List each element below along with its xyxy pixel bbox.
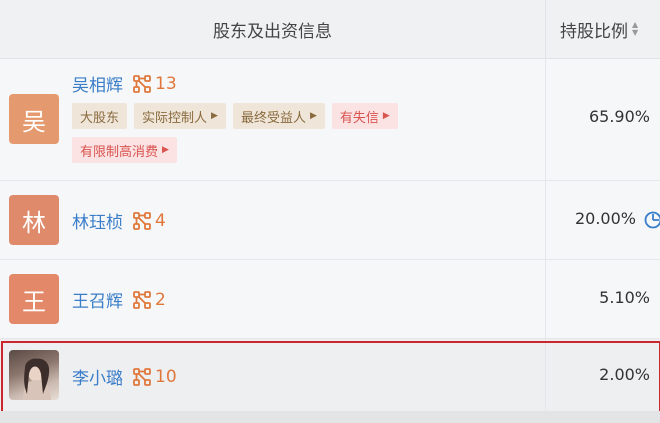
avatar-char: 吴: [22, 107, 46, 136]
table-footer: [0, 411, 660, 423]
table-header: 股东及出资信息 持股比例 ▲ ▼: [0, 0, 660, 59]
avatar-char: 王: [22, 287, 46, 316]
shareholder-name-line: 吴相辉 13: [72, 71, 177, 97]
shareholder-name-line: 林珏桢 4: [72, 208, 166, 234]
caret-right-icon: ▶: [309, 111, 317, 121]
table-row: 吴 吴相辉 13 大股东 实际控制人 ▶ 最终受益人 ▶ 有失信 ▶ 有限制高消费 ▶ …: [0, 59, 660, 181]
column-divider: [545, 260, 546, 338]
ratio-column-header[interactable]: 持股比例 ▲ ▼: [560, 0, 638, 58]
tag-list: 大股东 实际控制人 ▶ 最终受益人 ▶ 有失信 ▶ 有限制高消费 ▶: [72, 103, 452, 163]
avatar: 王: [9, 274, 59, 324]
shareholder-name-link[interactable]: 吴相辉: [72, 71, 123, 96]
shareholder-name-link[interactable]: 王召辉: [72, 287, 123, 312]
caret-right-icon: ▶: [382, 111, 390, 121]
shareholder-name-link[interactable]: 林珏桢: [72, 208, 123, 233]
shareholding-ratio: 20.00%: [574, 209, 636, 228]
caret-right-icon: ▶: [162, 145, 169, 155]
tag-consumption-restricted[interactable]: 有限制高消费 ▶: [72, 137, 177, 163]
related-count[interactable]: 2: [155, 290, 166, 310]
network-icon[interactable]: [133, 211, 151, 230]
network-icon[interactable]: [133, 74, 151, 93]
shareholding-ratio: 2.00%: [599, 365, 650, 384]
table-row: 李小璐 10 2.00%: [0, 339, 660, 412]
shareholding-ratio: 65.90%: [588, 107, 650, 126]
column-divider: [545, 181, 546, 259]
table-row: 王 王召辉 2 5.10%: [0, 260, 660, 339]
table-row: 林 林珏桢 4 20.00%: [0, 181, 660, 260]
column-divider: [545, 339, 546, 411]
shareholder-column-header: 股东及出资信息: [213, 21, 332, 42]
tag-ultimate-beneficiary[interactable]: 最终受益人 ▶: [232, 103, 325, 129]
pie-chart-icon[interactable]: [644, 211, 660, 229]
shareholder-name-line: 李小璐 10: [72, 364, 177, 390]
column-divider: [545, 0, 546, 58]
related-count[interactable]: 10: [155, 367, 177, 387]
network-icon[interactable]: [133, 367, 151, 386]
ratio-column-label: 持股比例: [560, 21, 628, 42]
sort-icon[interactable]: ▲ ▼: [632, 21, 638, 37]
shareholder-table: 股东及出资信息 持股比例 ▲▼ 吴 吴相辉 13 大股东 实际控制人▶ 最终: [0, 0, 660, 423]
avatar-photo: [9, 350, 59, 400]
network-icon[interactable]: [133, 290, 151, 309]
caret-right-icon: ▶: [211, 111, 218, 121]
portrait-image: [23, 358, 51, 400]
avatar: 林: [9, 195, 59, 245]
related-count[interactable]: 4: [155, 211, 166, 231]
avatar: 吴: [9, 94, 59, 144]
avatar-char: 林: [22, 208, 46, 237]
tag-major-shareholder: 大股东: [72, 103, 128, 129]
tag-actual-controller[interactable]: 实际控制人 ▶: [134, 103, 226, 129]
related-count[interactable]: 13: [155, 74, 177, 94]
shareholder-name-link[interactable]: 李小璐: [72, 364, 123, 389]
column-divider: [545, 59, 546, 180]
shareholding-ratio: 5.10%: [599, 288, 650, 307]
tag-dishonest[interactable]: 有失信 ▶: [331, 103, 398, 129]
shareholder-name-line: 王召辉 2: [72, 287, 166, 313]
